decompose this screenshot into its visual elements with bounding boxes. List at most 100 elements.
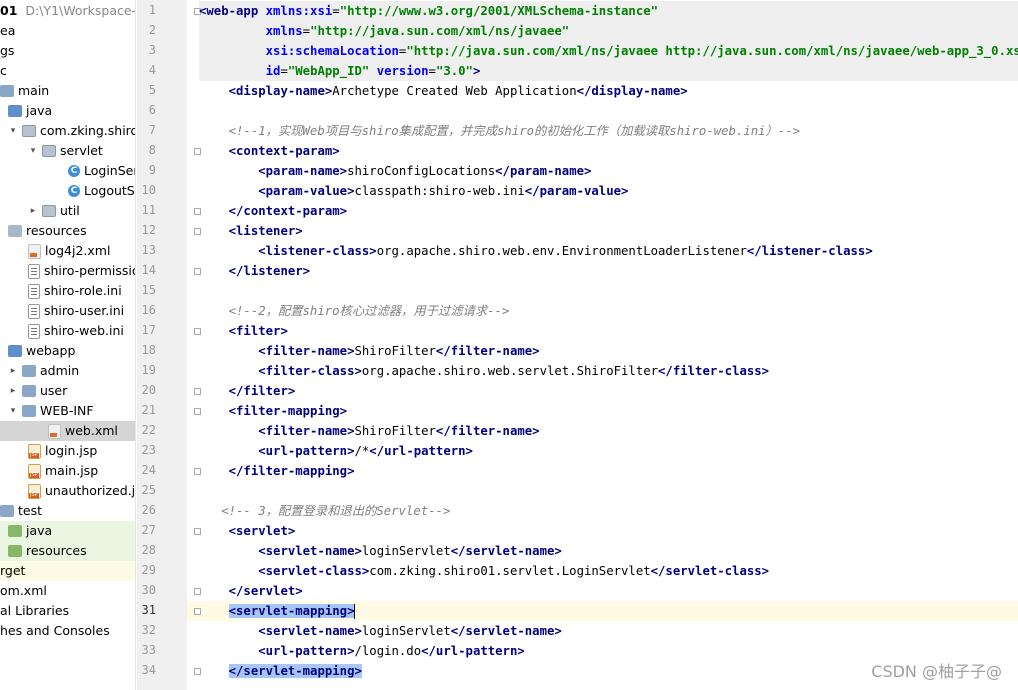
line-number: 30 — [141, 583, 156, 597]
code-line[interactable]: <context-param> — [199, 141, 340, 161]
tree-item[interactable]: om.xml — [0, 581, 135, 601]
line-number: 2 — [148, 23, 156, 37]
tree-item[interactable]: resources — [0, 221, 135, 241]
code-token: </servlet-class> — [650, 564, 770, 578]
code-line[interactable]: <listener> — [199, 221, 303, 241]
tree-item[interactable]: shiro-permissio — [0, 261, 135, 281]
tree-item[interactable]: main — [0, 81, 135, 101]
code-line[interactable]: </servlet> — [199, 581, 303, 601]
tree-item[interactable]: ▾ WEB-INF — [0, 401, 135, 421]
project-tree: 01D:\Y1\Workspace-Y1eagscmainjava▾com.zk… — [0, 0, 136, 690]
code-line[interactable]: <param-value>classpath:shiro-web.ini</pa… — [199, 181, 628, 201]
code-line[interactable]: <servlet-name>loginServlet</servlet-name… — [199, 541, 562, 561]
code-line[interactable]: <filter-name>ShiroFilter</filter-name> — [199, 341, 539, 361]
tree-item[interactable]: c — [0, 61, 135, 81]
tree-item-label: web.xml — [65, 423, 118, 438]
tree-item[interactable]: test — [0, 501, 135, 521]
tree-item[interactable]: gs — [0, 41, 135, 61]
line-number: 12 — [141, 223, 156, 237]
code-token: > — [472, 64, 481, 78]
code-line[interactable]: <web-app xmlns:xsi="http://www.w3.org/20… — [199, 1, 658, 21]
tree-item[interactable]: webapp — [0, 341, 135, 361]
tree-item[interactable]: rget — [0, 561, 135, 581]
code-line[interactable]: <!--1，实现Web项目与shiro集成配置，并完成shiro的初始化工作（加… — [199, 121, 800, 141]
code-token: </param-name> — [495, 164, 592, 178]
tree-item-label: hes and Consoles — [0, 623, 110, 638]
tree-item-label: shiro-web.ini — [44, 323, 124, 338]
code-line[interactable]: xmlns="http://java.sun.com/xml/ns/javaee… — [199, 21, 570, 41]
tree-item-label: java — [26, 523, 53, 538]
code-token: <param-value> — [258, 184, 355, 198]
code-token: = — [332, 4, 340, 18]
horizontal-scrollbar[interactable] — [137, 684, 1018, 690]
tree-item[interactable]: ▸ util — [0, 201, 135, 221]
tree-item[interactable]: java — [0, 101, 135, 121]
code-line[interactable]: </filter> — [199, 381, 296, 401]
ini-file-icon — [28, 283, 40, 299]
code-line[interactable]: </context-param> — [199, 201, 347, 221]
tree-item[interactable]: ▸ user — [0, 381, 135, 401]
code-line[interactable]: <param-name>shiroConfigLocations</param-… — [199, 161, 591, 181]
tree-item[interactable]: unauthorized.jsp — [0, 481, 135, 501]
tree-item[interactable]: log4j2.xml — [0, 241, 135, 261]
code-token: Archetype Created Web Application — [332, 84, 577, 98]
code-token: <filter> — [228, 324, 288, 338]
code-line[interactable]: <url-pattern>/login.do</url-pattern> — [199, 641, 525, 661]
line-number: 14 — [141, 263, 156, 277]
tree-item[interactable]: ▸ admin — [0, 361, 135, 381]
tree-item[interactable]: ea — [0, 21, 135, 41]
tree-item[interactable]: ▾ servlet — [0, 141, 135, 161]
tree-item[interactable]: hes and Consoles — [0, 621, 135, 641]
chevron-down-icon[interactable]: ▾ — [8, 121, 18, 141]
code-line[interactable]: <filter-class>org.apache.shiro.web.servl… — [199, 361, 769, 381]
chevron-right-icon[interactable]: ▸ — [28, 201, 38, 221]
tree-item[interactable]: main.jsp — [0, 461, 135, 481]
code-line[interactable]: <servlet-class>com.zking.shiro01.servlet… — [199, 561, 769, 581]
code-line[interactable]: <servlet> — [199, 521, 296, 541]
tree-item[interactable]: shiro-web.ini — [0, 321, 135, 341]
tree-item[interactable]: login.jsp — [0, 441, 135, 461]
code-line[interactable]: <filter> — [199, 321, 288, 341]
code-line[interactable]: <filter-name>ShiroFilter</filter-name> — [199, 421, 539, 441]
tree-item-label: ea — [0, 23, 16, 38]
code-token: <servlet-name> — [258, 544, 362, 558]
line-number: 29 — [141, 563, 156, 577]
tree-item[interactable]: web.xml — [0, 421, 135, 441]
tree-item[interactable]: shiro-role.ini — [0, 281, 135, 301]
chevron-down-icon[interactable]: ▾ — [8, 401, 18, 421]
code-line[interactable]: <!-- 3，配置登录和退出的Servlet--> — [199, 501, 450, 521]
tree-item[interactable]: java — [0, 521, 135, 541]
package-icon — [22, 125, 36, 137]
chevron-down-icon[interactable]: ▾ — [28, 141, 38, 161]
code-line[interactable]: <display-name>Archetype Created Web Appl… — [199, 81, 688, 101]
tree-item[interactable]: 01 D:\Y1\Workspace-Y1 — [0, 1, 135, 21]
tree-item[interactable]: shiro-user.ini — [0, 301, 135, 321]
code-line[interactable]: <!--2，配置shiro核心过滤器，用于过滤请求--> — [199, 301, 510, 321]
code-token: = — [302, 24, 311, 38]
tree-item-label: com.zking.shiro — [40, 123, 136, 138]
line-number: 28 — [141, 543, 156, 557]
tree-item[interactable]: C LogoutS — [0, 181, 135, 201]
code-line[interactable]: <servlet-mapping> — [199, 601, 356, 621]
chevron-right-icon[interactable]: ▸ — [8, 361, 18, 381]
code-line[interactable]: xsi:schemaLocation="http://java.sun.com/… — [199, 41, 1018, 61]
tree-item[interactable]: C LoginSer — [0, 161, 135, 181]
code-editor[interactable]: <web-app xmlns:xsi="http://www.w3.org/20… — [187, 0, 1018, 690]
code-line[interactable]: </listener> — [199, 261, 310, 281]
tree-item[interactable]: al Libraries — [0, 601, 135, 621]
code-line[interactable]: <listener-class>org.apache.shiro.web.env… — [199, 241, 873, 261]
code-line[interactable]: </servlet-mapping> — [199, 661, 362, 681]
folder-icon — [22, 405, 36, 417]
code-line[interactable]: <filter-mapping> — [199, 401, 347, 421]
chevron-right-icon[interactable]: ▸ — [8, 381, 18, 401]
code-line[interactable]: <servlet-name>loginServlet</servlet-name… — [199, 621, 562, 641]
tree-item[interactable]: ▾ com.zking.shiro — [0, 121, 136, 141]
code-line[interactable]: </filter-mapping> — [199, 461, 355, 481]
code-line[interactable]: id="WebApp_ID" version="3.0"> — [199, 61, 481, 81]
code-line[interactable]: <url-pattern>/*</url-pattern> — [199, 441, 473, 461]
tree-item[interactable]: resources — [0, 541, 135, 561]
